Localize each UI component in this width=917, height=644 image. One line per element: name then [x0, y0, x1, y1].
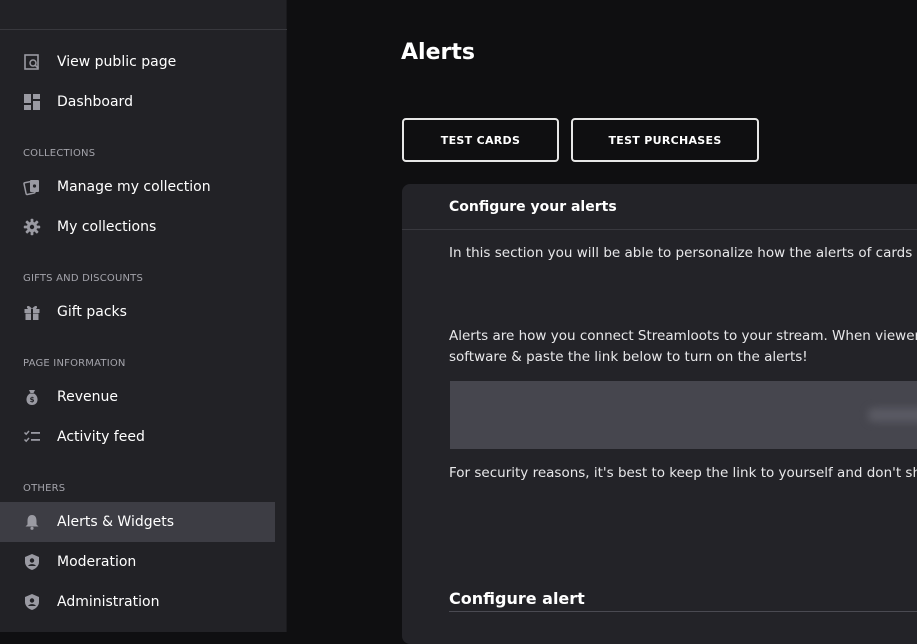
section-title-collections: COLLECTIONS — [23, 148, 96, 159]
sidebar: View public page Dashboard COLLECTIONS M… — [0, 0, 287, 632]
bell-icon — [23, 513, 41, 531]
gear-icon — [23, 218, 41, 236]
money-bag-icon: $ — [23, 388, 41, 406]
alerts-description-line2: software & paste the link below to turn … — [449, 349, 808, 365]
sidebar-item-label: Revenue — [57, 389, 118, 405]
sidebar-item-revenue[interactable]: $ Revenue — [0, 377, 275, 417]
sidebar-item-activity-feed[interactable]: Activity feed — [0, 417, 275, 457]
sidebar-item-label: My collections — [57, 219, 157, 235]
cards-icon — [23, 178, 41, 196]
page-title: Alerts — [401, 40, 475, 65]
test-purchases-button[interactable]: TEST PURCHASES — [571, 118, 759, 162]
sidebar-item-label: Administration — [57, 594, 160, 610]
alerts-description-line1: Alerts are how you connect Streamloots t… — [449, 328, 917, 344]
sidebar-item-label: Moderation — [57, 554, 137, 570]
card-divider — [402, 229, 917, 230]
gift-icon — [23, 303, 41, 321]
intro-text: In this section you will be able to pers… — [449, 245, 917, 261]
section-title-gifts-and-discounts: GIFTS AND DISCOUNTS — [23, 273, 144, 284]
sidebar-item-label: Alerts & Widgets — [57, 514, 175, 530]
sidebar-item-gift-packs[interactable]: Gift packs — [0, 292, 275, 332]
sidebar-item-label: Dashboard — [57, 94, 133, 110]
sidebar-item-dashboard[interactable]: Dashboard — [0, 82, 275, 122]
alert-link-field[interactable] — [450, 381, 917, 449]
svg-text:$: $ — [30, 396, 35, 404]
sidebar-item-alerts-widgets[interactable]: Alerts & Widgets — [0, 502, 275, 542]
sidebar-item-my-collections[interactable]: My collections — [0, 207, 275, 247]
section-title-page-information: PAGE INFORMATION — [23, 358, 126, 369]
sidebar-item-label: View public page — [57, 54, 177, 70]
sidebar-item-view-public-page[interactable]: View public page — [0, 42, 275, 82]
card-header: Configure your alerts — [449, 199, 617, 215]
configure-alert-title: Configure alert — [449, 589, 585, 608]
sidebar-item-label: Activity feed — [57, 429, 145, 445]
sidebar-item-moderation[interactable]: Moderation — [0, 542, 275, 582]
sidebar-divider — [0, 29, 287, 30]
test-cards-button[interactable]: TEST CARDS — [402, 118, 559, 162]
search-page-icon — [23, 53, 41, 71]
sidebar-item-label: Gift packs — [57, 304, 127, 320]
shield-user-icon — [23, 593, 41, 611]
section-title-others: OTHERS — [23, 483, 66, 494]
dashboard-icon — [23, 93, 41, 111]
shield-user-icon — [23, 553, 41, 571]
sidebar-item-manage-my-collection[interactable]: Manage my collection — [0, 167, 275, 207]
security-note: For security reasons, it's best to keep … — [449, 465, 917, 481]
checklist-icon — [23, 428, 41, 446]
configure-alert-divider — [449, 611, 917, 612]
sidebar-item-administration[interactable]: Administration — [0, 582, 275, 622]
sidebar-item-label: Manage my collection — [57, 179, 211, 195]
blurred-link-text — [868, 408, 917, 422]
